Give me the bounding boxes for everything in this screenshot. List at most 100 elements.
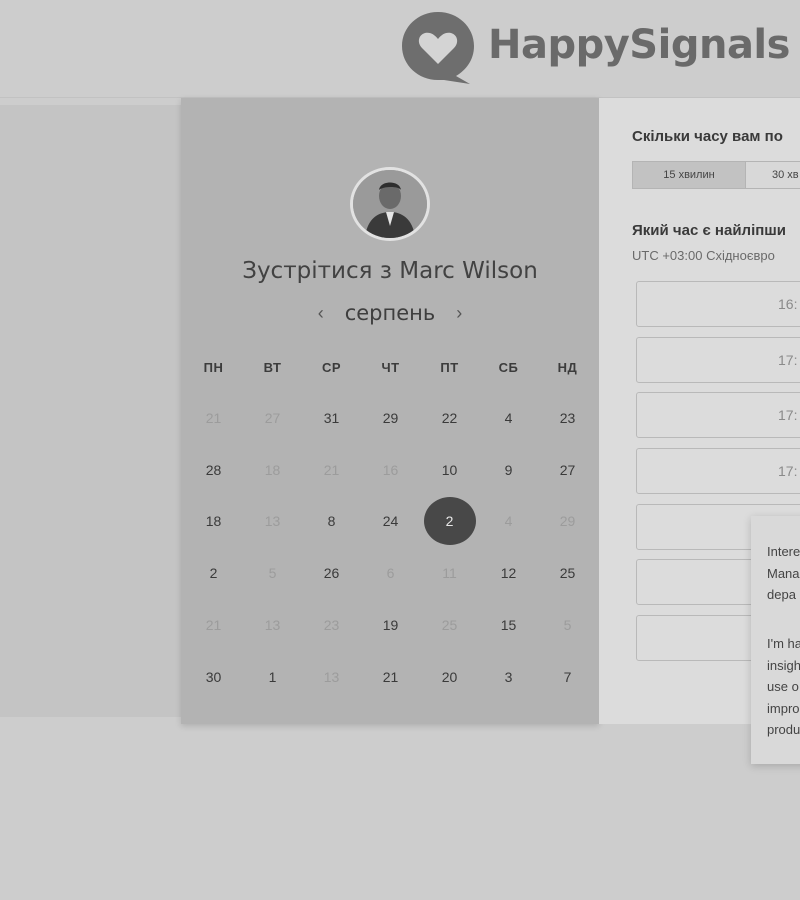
calendar-day: 6: [361, 547, 420, 599]
time-slot-label: 17:: [778, 463, 798, 480]
popup-text-line: Intere: [767, 544, 800, 559]
time-slot-label: 16:: [778, 296, 798, 312]
calendar-day: 13: [243, 496, 302, 548]
calendar-day[interactable]: 25: [538, 547, 597, 599]
day-number: 7: [563, 668, 572, 685]
calendar-day[interactable]: 9: [479, 444, 538, 496]
calendar-day: 18: [243, 444, 302, 496]
timezone-label[interactable]: UTC +03:00 Східноєвро: [632, 248, 775, 263]
calendar-day: 29: [538, 496, 597, 548]
person-photo: [353, 170, 427, 238]
popup-text-line: I'm ha: [767, 636, 800, 651]
calendar-day[interactable]: 10: [420, 444, 479, 496]
day-number: 4: [504, 513, 513, 530]
day-number: 13: [323, 668, 340, 685]
calendar-day: 16: [361, 444, 420, 496]
calendar-day[interactable]: 28: [184, 444, 243, 496]
calendar-day[interactable]: 23: [538, 392, 597, 444]
time-slot-button[interactable]: 17:: [636, 392, 800, 439]
calendar-day[interactable]: 2: [184, 547, 243, 599]
duration-tab-30[interactable]: 30 хв: [746, 161, 800, 189]
day-number: 2: [209, 565, 218, 582]
calendar-day[interactable]: 3: [479, 651, 538, 703]
calendar-day[interactable]: 26: [302, 547, 361, 599]
day-number: 28: [205, 461, 222, 478]
day-number: 12: [500, 565, 517, 582]
meeting-title: Зустрітися з Marc Wilson: [242, 258, 538, 284]
duration-question: Скільки часу вам по: [632, 128, 783, 145]
day-number: 18: [264, 461, 281, 478]
popup-text-line: produ: [767, 722, 800, 737]
day-number: 21: [382, 668, 399, 685]
calendar-day[interactable]: 22: [420, 392, 479, 444]
time-slot-label: 17:: [778, 407, 798, 424]
calendar-day[interactable]: 12: [479, 547, 538, 599]
calendar-day[interactable]: 15: [479, 599, 538, 651]
day-number: 31: [323, 409, 340, 426]
calendar-day[interactable]: 30: [184, 651, 243, 703]
popup-text-line: depa: [767, 587, 796, 602]
day-number: 27: [264, 409, 281, 426]
weekday-label: НД: [557, 360, 578, 375]
calendar-day[interactable]: 24: [361, 496, 420, 548]
calendar-day: 27: [243, 392, 302, 444]
message-popup[interactable]: Intere Mana depa I'm ha insigh use o impro prod…: [751, 516, 800, 764]
time-slot-button[interactable]: 16:: [636, 281, 800, 327]
calendar-day[interactable]: 4: [479, 392, 538, 444]
weekday-label: ПН: [203, 360, 224, 375]
month-navigation: ‹ серпень ›: [181, 301, 599, 325]
chevron-right-icon[interactable]: ›: [451, 303, 467, 324]
day-number: 22: [441, 409, 458, 426]
day-number: 23: [323, 617, 340, 634]
calendar-day: 11: [420, 547, 479, 599]
calendar-day[interactable]: 21: [361, 651, 420, 703]
calendar-day[interactable]: 8: [302, 496, 361, 548]
calendar-day: 5: [243, 547, 302, 599]
day-number: 26: [323, 565, 340, 582]
time-slot-button[interactable]: 17:: [636, 448, 800, 495]
month-label: серпень: [344, 301, 436, 325]
calendar-day[interactable]: 7: [538, 651, 597, 703]
weekday-label: СР: [321, 360, 342, 375]
calendar-day[interactable]: 18: [184, 496, 243, 548]
day-number: 20: [441, 668, 458, 685]
day-number: 18: [205, 513, 222, 530]
time-slot-button[interactable]: 17:: [636, 336, 800, 383]
day-number: 1: [268, 668, 277, 685]
day-number: 25: [441, 617, 458, 634]
weekday-label: ПТ: [440, 360, 459, 375]
calendar-panel: Зустрітися з Marc Wilson ‹ серпень › ПН В…: [181, 98, 599, 724]
popup-text-line: use o: [767, 679, 799, 694]
calendar-day[interactable]: 29: [361, 392, 420, 444]
time-slot-label: 17:: [778, 351, 798, 368]
calendar-day: 21: [184, 599, 243, 651]
calendar-day[interactable]: 20: [420, 651, 479, 703]
day-number: 4: [504, 409, 513, 426]
duration-tabs: 15 хвилин 30 хв: [632, 161, 800, 189]
calendar-day[interactable]: 27: [538, 444, 597, 496]
duration-tab-15[interactable]: 15 хвилин: [632, 161, 746, 189]
day-number: 27: [559, 461, 576, 478]
chevron-left-icon[interactable]: ‹: [313, 303, 329, 324]
calendar-day[interactable]: 31: [302, 392, 361, 444]
day-number: 15: [500, 617, 517, 634]
day-number: 29: [382, 409, 399, 426]
day-number: 16: [382, 461, 399, 478]
heart-speech-bubble-icon: [402, 12, 474, 84]
popup-text-line: impro: [767, 700, 800, 716]
left-shade: [0, 105, 182, 717]
calendar-day: 13: [302, 651, 361, 703]
calendar-day[interactable]: 1: [243, 651, 302, 703]
day-number: 8: [327, 513, 336, 530]
day-number: 11: [442, 565, 457, 582]
popup-text-line: insigh: [767, 657, 800, 673]
day-number: 30: [205, 668, 222, 685]
brand-logo[interactable]: HappySignals: [400, 8, 790, 88]
weekday-label: СБ: [498, 360, 519, 375]
calendar-day: 25: [420, 599, 479, 651]
brand-name: HappySignals: [488, 22, 790, 68]
day-number: 3: [504, 668, 513, 685]
calendar-day-selected[interactable]: 2: [420, 496, 479, 548]
calendar-day[interactable]: 19: [361, 599, 420, 651]
calendar-day: 21: [302, 444, 361, 496]
